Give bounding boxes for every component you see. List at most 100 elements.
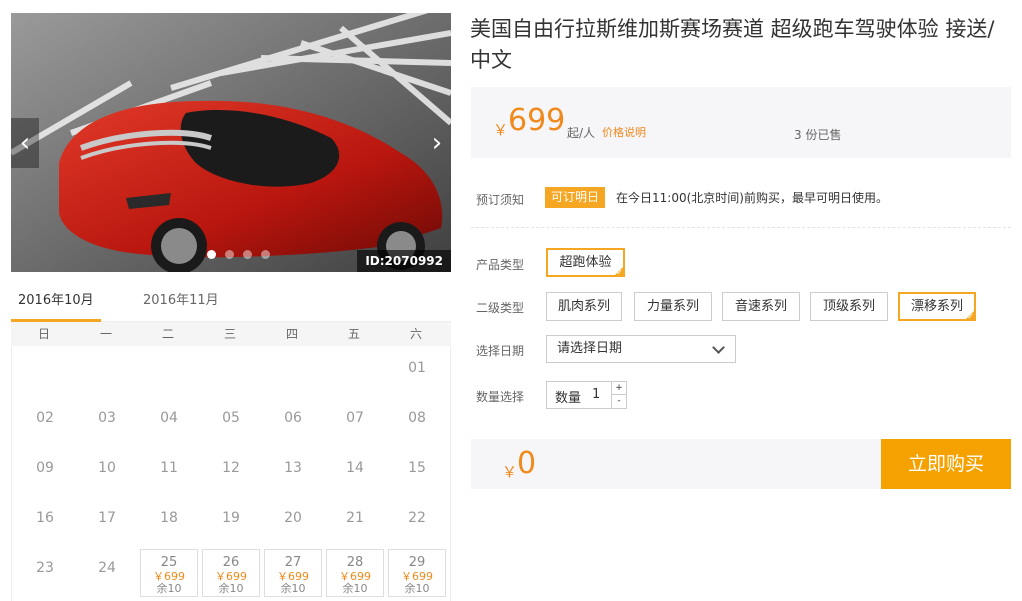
day-number: 07: [346, 410, 364, 426]
carousel-dot[interactable]: [207, 250, 216, 259]
day-number: 09: [36, 460, 54, 476]
photo-id-label: ID:2070992: [357, 250, 451, 272]
calendar-day: 14: [326, 449, 384, 497]
weekday-label: 二: [161, 327, 174, 341]
calendar-day: 11: [140, 449, 198, 497]
calendar-day: 23: [16, 549, 74, 597]
day-number: 01: [408, 360, 426, 376]
carousel-dot[interactable]: [261, 250, 270, 259]
calendar-day: 01: [388, 349, 446, 397]
date-select[interactable]: 请选择日期: [546, 335, 736, 363]
calendar-day: 02: [16, 399, 74, 447]
product-price: 699: [508, 103, 566, 138]
check-icon: ✓: [616, 268, 623, 277]
quantity-stepper: 数量 + -: [546, 381, 627, 409]
day-remaining: 余10: [342, 582, 368, 595]
total-panel: ￥ 0: [471, 439, 881, 489]
option-label: 肌肉系列: [557, 299, 610, 314]
day-number: 19: [222, 510, 240, 526]
day-number: 21: [346, 510, 364, 526]
day-remaining: 余10: [404, 582, 430, 595]
day-number: 02: [36, 410, 54, 426]
calendar-day: 22: [388, 499, 446, 547]
calendar-day: 12: [202, 449, 260, 497]
tab-month-nov[interactable]: 2016年11月: [136, 286, 226, 322]
calendar-day: 09: [16, 449, 74, 497]
product-type-label: 产品类型: [476, 258, 525, 272]
quantity-decrement-button[interactable]: -: [611, 395, 626, 408]
carousel-next-button[interactable]: ›: [423, 118, 451, 168]
divider: [471, 227, 1011, 228]
calendar-day: 19: [202, 499, 260, 547]
calendar-day-available[interactable]: 25 ￥699 余10: [140, 549, 198, 597]
calendar-day: 10: [78, 449, 136, 497]
date-label: 选择日期: [476, 344, 525, 358]
day-number: 06: [284, 410, 302, 426]
price-explain-link[interactable]: 价格说明: [602, 124, 646, 140]
calendar-day-available[interactable]: 26 ￥699 余10: [202, 549, 260, 597]
subtype-option-sonic[interactable]: 音速系列: [722, 292, 800, 321]
day-number: 28: [346, 555, 364, 570]
option-label: 音速系列: [734, 299, 787, 314]
day-remaining: 余10: [156, 582, 182, 595]
day-number: 13: [284, 460, 302, 476]
day-number: 14: [346, 460, 364, 476]
calendar-day: 03: [78, 399, 136, 447]
day-number: 29: [408, 555, 426, 570]
day-number: 17: [98, 510, 116, 526]
day-number: 18: [160, 510, 178, 526]
day-number: 03: [98, 410, 116, 426]
quantity-label: 数量选择: [476, 390, 525, 404]
calendar-day: 24: [78, 549, 136, 597]
carousel-dot[interactable]: [225, 250, 234, 259]
notice-badge: 可订明日: [545, 187, 606, 208]
carousel-prev-button[interactable]: ‹: [11, 118, 39, 168]
calendar-day: 08: [388, 399, 446, 447]
total-price: 0: [517, 446, 537, 481]
quantity-inner-label: 数量: [555, 391, 582, 406]
subtype-option-power[interactable]: 力量系列: [634, 292, 712, 321]
weekday-label: 五: [347, 327, 360, 341]
car-photo: [11, 13, 451, 272]
weekday-label: 日: [37, 327, 50, 341]
chevron-left-icon: ‹: [19, 128, 31, 158]
carousel-indicators: [207, 250, 270, 259]
day-number: 26: [222, 555, 240, 570]
subtype-option-top[interactable]: 顶级系列: [810, 292, 888, 321]
calendar-day: 17: [78, 499, 136, 547]
subtype-option-muscle[interactable]: 肌肉系列: [546, 292, 622, 321]
calendar-day: 05: [202, 399, 260, 447]
chevron-right-icon: ›: [431, 128, 443, 158]
day-number: 23: [36, 560, 54, 576]
option-label: 力量系列: [646, 299, 699, 314]
calendar-day: 07: [326, 399, 384, 447]
calendar-day-available[interactable]: 27 ￥699 余10: [264, 549, 322, 597]
subtype-option-drift[interactable]: 漂移系列 ✓: [898, 292, 976, 321]
type-option-supercar[interactable]: 超跑体验 ✓: [546, 248, 625, 277]
notice-text: 在今日11:00(北京时间)前购买，最早可明日使用。: [616, 191, 888, 205]
weekday-label: 三: [223, 327, 236, 341]
calendar-day-available[interactable]: 29 ￥699 余10: [388, 549, 446, 597]
sold-count: 3 份已售: [794, 128, 842, 142]
day-number: 27: [284, 555, 302, 570]
day-number: 08: [408, 410, 426, 426]
calendar-day-available[interactable]: 28 ￥699 余10: [326, 549, 384, 597]
day-number: 22: [408, 510, 426, 526]
tab-month-oct[interactable]: 2016年10月: [11, 286, 101, 322]
day-number: 16: [36, 510, 54, 526]
day-number: 24: [98, 560, 116, 576]
quantity-input[interactable]: [592, 387, 610, 402]
calendar-day: 04: [140, 399, 198, 447]
chevron-down-icon: [712, 341, 725, 354]
calendar-day: 06: [264, 399, 322, 447]
day-number: 15: [408, 460, 426, 476]
buy-now-button[interactable]: 立即购买: [881, 439, 1011, 489]
carousel-dot[interactable]: [243, 250, 252, 259]
day-remaining: 余10: [280, 582, 306, 595]
quantity-increment-button[interactable]: +: [611, 382, 626, 395]
price-panel: ￥ 699 起/人 价格说明 3 份已售: [471, 87, 1011, 158]
option-label: 漂移系列: [910, 299, 963, 314]
option-label: 顶级系列: [822, 299, 875, 314]
date-select-placeholder: 请选择日期: [557, 341, 623, 356]
option-label: 超跑体验: [559, 255, 612, 270]
